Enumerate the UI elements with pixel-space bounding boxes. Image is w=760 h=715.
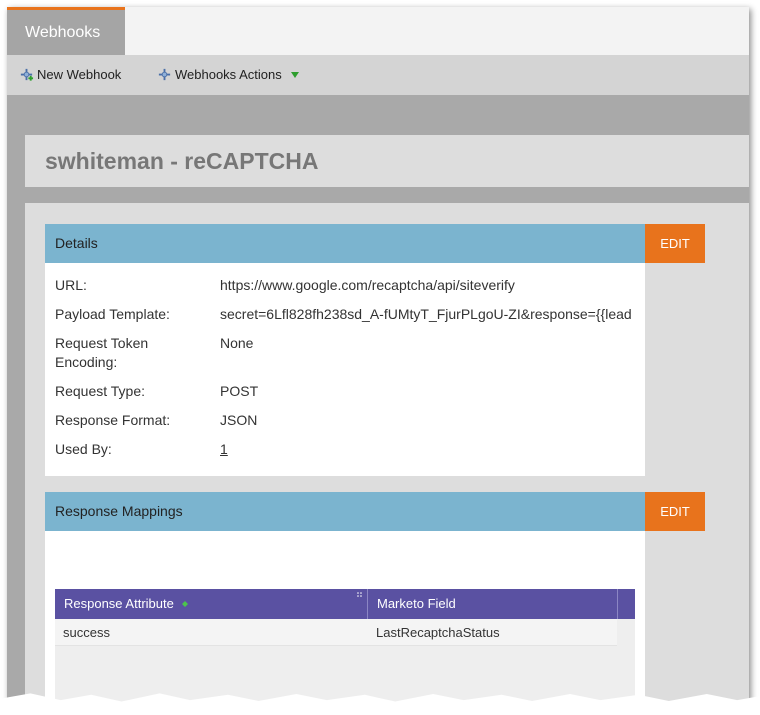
table-row[interactable]: success LastRecaptchaStatus — [55, 619, 617, 646]
response-mappings-panel-body: Response Attribute Marketo Field success… — [45, 531, 645, 703]
sort-icon — [182, 601, 189, 607]
toolbar: New Webhook Webhooks Actions — [7, 55, 749, 95]
details-edit-button[interactable]: EDIT — [645, 224, 705, 263]
request-token-encoding-value: None — [220, 335, 254, 351]
grid-header: Response Attribute Marketo Field — [55, 589, 635, 619]
payload-template-value: secret=6Lfl828fh238sd_A-fUMtyT_FjurPLgoU… — [220, 306, 632, 322]
tab-bar: Webhooks — [7, 7, 749, 55]
webhooks-actions-label: Webhooks Actions — [175, 67, 282, 82]
column-header-marketo-field[interactable]: Marketo Field — [368, 589, 618, 619]
webhook-icon — [158, 68, 171, 81]
response-mappings-panel-header: Response Mappings — [45, 492, 645, 531]
new-webhook-icon — [20, 68, 34, 81]
webhooks-window: Webhooks New Webhook Webhooks Actions sw… — [7, 7, 749, 703]
chevron-down-icon — [290, 72, 299, 78]
new-webhook-button[interactable]: New Webhook — [19, 67, 121, 82]
marketo-field-cell: LastRecaptchaStatus — [376, 625, 500, 640]
tab-webhooks[interactable]: Webhooks — [7, 7, 125, 55]
url-label: URL: — [55, 277, 87, 293]
response-mappings-edit-button[interactable]: EDIT — [645, 492, 705, 531]
response-mappings-grid: Response Attribute Marketo Field success… — [55, 589, 635, 703]
used-by-label: Used By: — [55, 441, 112, 457]
details-panel-body: URL: https://www.google.com/recaptcha/ap… — [45, 263, 645, 476]
details-panel-header: Details — [45, 224, 645, 263]
request-type-value: POST — [220, 383, 259, 399]
response-attribute-cell: success — [63, 625, 110, 640]
url-value: https://www.google.com/recaptcha/api/sit… — [220, 277, 515, 293]
new-webhook-label: New Webhook — [37, 67, 122, 82]
webhooks-actions-menu[interactable]: Webhooks Actions — [157, 67, 299, 82]
page-title: swhiteman - reCAPTCHA — [25, 135, 749, 187]
payload-template-label: Payload Template: — [55, 306, 170, 322]
request-type-label: Request Type: — [55, 383, 146, 399]
response-format-value: JSON — [220, 412, 258, 428]
column-resize-icon[interactable] — [356, 591, 364, 599]
used-by-link[interactable]: 1 — [220, 440, 228, 459]
content-area: Details EDIT URL: https://www.google.com… — [25, 203, 749, 703]
column-header-response-attribute[interactable]: Response Attribute — [55, 589, 368, 619]
response-attribute-header-label: Response Attribute — [64, 596, 174, 611]
request-token-encoding-label: Request Token Encoding: — [55, 335, 149, 370]
response-format-label: Response Format: — [55, 412, 171, 428]
